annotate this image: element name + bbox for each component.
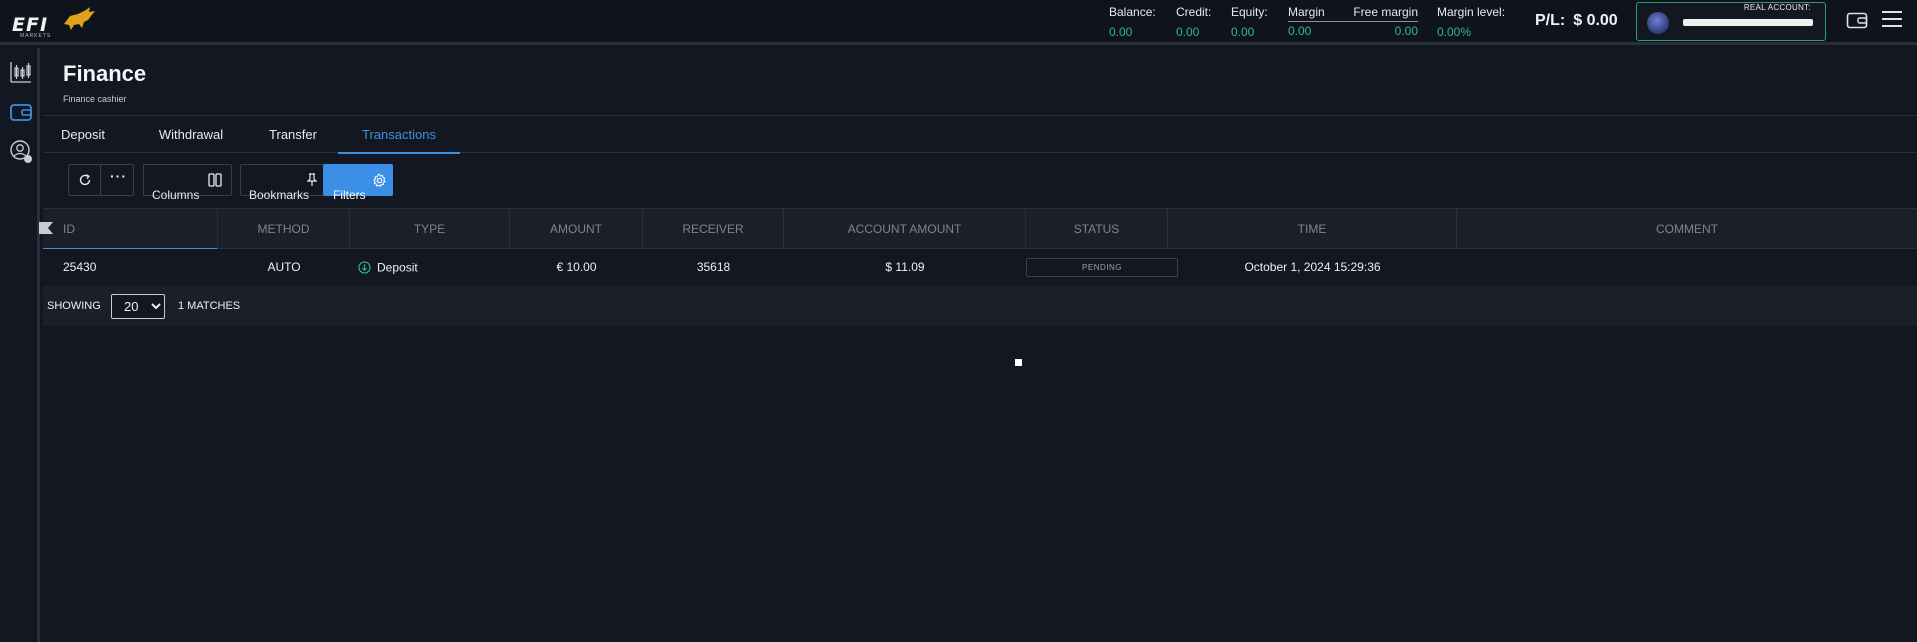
sidebar <box>0 48 40 642</box>
cell-id: 25430 <box>63 260 97 274</box>
table-row[interactable]: 25430 AUTO Deposit € 10.00 35618 $ 11.09… <box>43 249 1917 286</box>
gear-icon <box>373 173 386 188</box>
finance-panel: Finance Finance cashier Deposit Withdraw… <box>39 48 1917 642</box>
status-badge: PENDING <box>1026 258 1178 278</box>
more-dots-icon: ··· <box>110 168 127 184</box>
margin-level-value: 0.00% <box>1437 25 1472 39</box>
showing-label: SHOWING <box>47 300 101 312</box>
table-header: ID METHOD TYPE AMOUNT RECEIVER ACCOUNT A… <box>39 208 1917 250</box>
bookmarks-button[interactable]: Bookmarks <box>240 164 324 202</box>
logo-subtext: MARKETS <box>20 33 52 39</box>
wallet-icon[interactable] <box>1846 10 1868 30</box>
pl-label: P/L: <box>1535 12 1566 29</box>
redacted-account-name <box>1683 19 1813 26</box>
refresh-icon <box>79 174 91 186</box>
cell-account-amount: $ 11.09 <box>885 260 925 274</box>
arrow-down-circle-icon <box>358 261 371 274</box>
balance-stat: Balance: 0.00 <box>1109 5 1156 39</box>
wallet-nav-icon[interactable] <box>9 100 33 124</box>
margin-value: 0.00 <box>1288 24 1312 38</box>
top-bar: EFI MARKETS Balance: 0.00 Credit: 0.00 E… <box>0 0 1917 45</box>
user-support-icon[interactable] <box>9 140 33 164</box>
page-subtitle: Finance cashier <box>63 94 127 104</box>
margin-label: Margin <box>1288 5 1325 19</box>
bull-icon <box>64 7 95 30</box>
table-toolbar: ··· Columns Bookmarks Filters <box>43 164 643 202</box>
candlestick-chart-icon[interactable] <box>9 60 33 84</box>
equity-value: 0.00 <box>1231 25 1255 39</box>
matches-count: 1 MATCHES <box>178 300 241 312</box>
tab-transfer[interactable]: Transfer <box>253 116 333 153</box>
cell-type-text: Deposit <box>377 260 418 275</box>
free-margin-label: Free margin <box>1353 5 1418 19</box>
column-header-method[interactable]: METHOD <box>218 209 350 249</box>
cell-amount: € 10.00 <box>556 260 597 274</box>
cursor-marker <box>1015 359 1022 366</box>
credit-value: 0.00 <box>1176 25 1200 39</box>
pagination-bar: SHOWING 20 1 MATCHES <box>43 286 1917 326</box>
margin-level-label: Margin level: <box>1437 5 1506 19</box>
cell-method: AUTO <box>267 260 301 274</box>
company-logo[interactable]: EFI MARKETS <box>10 6 96 39</box>
column-header-time[interactable]: TIME <box>1168 209 1457 249</box>
finance-tabs: Deposit Withdrawal Transfer Transactions <box>43 115 1917 154</box>
columns-icon <box>208 173 222 187</box>
account-type-label: REAL ACCOUNT: <box>1743 3 1811 12</box>
filters-label: Filters <box>333 188 366 202</box>
tab-deposit[interactable]: Deposit <box>43 116 123 153</box>
refresh-button[interactable] <box>68 164 101 196</box>
tab-withdrawal[interactable]: Withdrawal <box>141 116 241 153</box>
column-header-id[interactable]: ID <box>43 209 218 250</box>
equity-stat: Equity: 0.00 <box>1231 5 1268 39</box>
margin-divider <box>1288 21 1418 22</box>
column-header-account-amount[interactable]: ACCOUNT AMOUNT <box>784 209 1026 249</box>
page-title: Finance <box>63 61 147 86</box>
columns-label: Columns <box>152 188 200 202</box>
tab-transactions[interactable]: Transactions <box>338 116 460 154</box>
filters-button[interactable]: Filters <box>323 164 393 202</box>
cell-receiver: 35618 <box>696 260 731 274</box>
column-header-type[interactable]: TYPE <box>350 209 510 249</box>
columns-button[interactable]: Columns <box>143 164 232 202</box>
pl-value: $ 0.00 <box>1573 12 1618 29</box>
more-options-button[interactable]: ··· <box>100 164 134 196</box>
balance-value: 0.00 <box>1109 25 1133 39</box>
page-size-select[interactable]: 20 <box>111 294 165 319</box>
cell-comment <box>1457 249 1917 286</box>
bookmarks-label: Bookmarks <box>249 188 310 202</box>
free-margin-value: 0.00 <box>1394 24 1418 38</box>
cell-type: Deposit <box>350 249 510 286</box>
cell-time: October 1, 2024 15:29:36 <box>1244 260 1381 274</box>
balance-label: Balance: <box>1109 5 1156 19</box>
margin-level-stat: Margin level: 0.00% <box>1437 5 1505 39</box>
cell-status: PENDING <box>1026 249 1178 286</box>
credit-stat: Credit: 0.00 <box>1176 5 1211 39</box>
equity-label: Equity: <box>1231 5 1268 19</box>
profit-loss: P/L: $ 0.00 <box>1535 12 1618 30</box>
margin-stat-group: Margin Free margin 0.00 0.00 <box>1288 5 1418 39</box>
hamburger-menu-icon[interactable] <box>1882 11 1902 29</box>
column-header-status[interactable]: STATUS <box>1026 209 1168 249</box>
avatar <box>1647 12 1669 34</box>
account-selector[interactable]: REAL ACCOUNT: <box>1636 2 1826 41</box>
column-header-comment[interactable]: COMMENT <box>1457 209 1917 249</box>
column-header-receiver[interactable]: RECEIVER <box>643 209 784 249</box>
pin-icon <box>306 173 318 186</box>
credit-label: Credit: <box>1176 5 1212 19</box>
column-header-amount[interactable]: AMOUNT <box>510 209 643 249</box>
